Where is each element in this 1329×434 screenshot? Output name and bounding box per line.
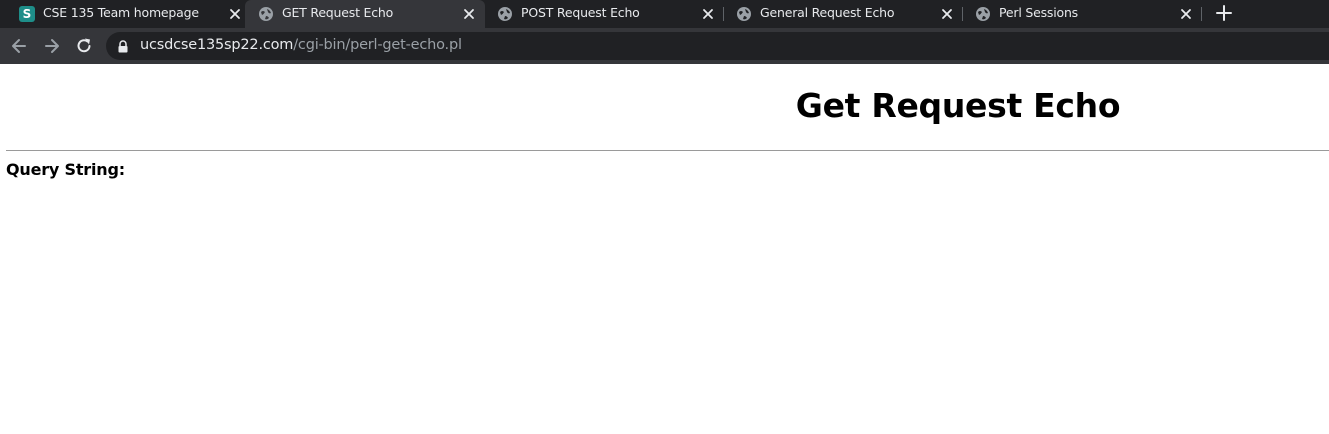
browser-toolbar: ucsdcse135sp22.com/cgi-bin/perl-get-echo… — [0, 28, 1329, 64]
close-icon[interactable] — [461, 6, 477, 22]
browser-window: S CSE 135 Team homepage GET Request Echo… — [0, 0, 1329, 434]
lock-icon[interactable] — [117, 40, 129, 53]
globe-icon — [498, 7, 512, 21]
tab-general-request-echo[interactable]: General Request Echo — [723, 0, 962, 28]
close-icon[interactable] — [700, 6, 716, 22]
tab-post-request-echo[interactable]: POST Request Echo — [484, 0, 723, 28]
tab-title: GET Request Echo — [282, 5, 394, 20]
page-content: Get Request Echo Query String: — [0, 64, 1329, 434]
globe-icon — [737, 7, 751, 21]
page-title: Get Request Echo — [795, 86, 1121, 125]
tab-title: CSE 135 Team homepage — [43, 5, 199, 20]
globe-icon — [259, 7, 273, 21]
reload-icon[interactable] — [74, 36, 94, 56]
tab-cse135-homepage[interactable]: S CSE 135 Team homepage — [6, 0, 244, 28]
forward-arrow-icon[interactable] — [42, 36, 62, 56]
globe-icon — [976, 7, 990, 21]
back-arrow-icon[interactable] — [9, 36, 29, 56]
tab-separator — [1201, 7, 1202, 21]
tab-title: General Request Echo — [760, 5, 895, 20]
horizontal-rule — [6, 150, 1329, 151]
close-icon[interactable] — [939, 6, 955, 22]
url-path: /cgi-bin/perl-get-echo.pl — [293, 37, 462, 53]
tab-strip: S CSE 135 Team homepage GET Request Echo… — [0, 0, 1329, 28]
tab-get-request-echo[interactable]: GET Request Echo — [245, 0, 485, 28]
tab-title: Perl Sessions — [999, 5, 1078, 20]
close-icon[interactable] — [1178, 6, 1194, 22]
tab-perl-sessions[interactable]: Perl Sessions — [962, 0, 1201, 28]
new-tab-plus-icon[interactable] — [1214, 3, 1234, 23]
address-bar[interactable]: ucsdcse135sp22.com/cgi-bin/perl-get-echo… — [106, 32, 1329, 60]
s-letter-icon: S — [19, 6, 35, 22]
query-string-label: Query String: — [6, 160, 125, 179]
address-url[interactable]: ucsdcse135sp22.com/cgi-bin/perl-get-echo… — [140, 37, 462, 53]
url-host: ucsdcse135sp22.com — [140, 37, 294, 53]
tab-title: POST Request Echo — [521, 5, 640, 20]
close-icon[interactable] — [227, 6, 243, 22]
